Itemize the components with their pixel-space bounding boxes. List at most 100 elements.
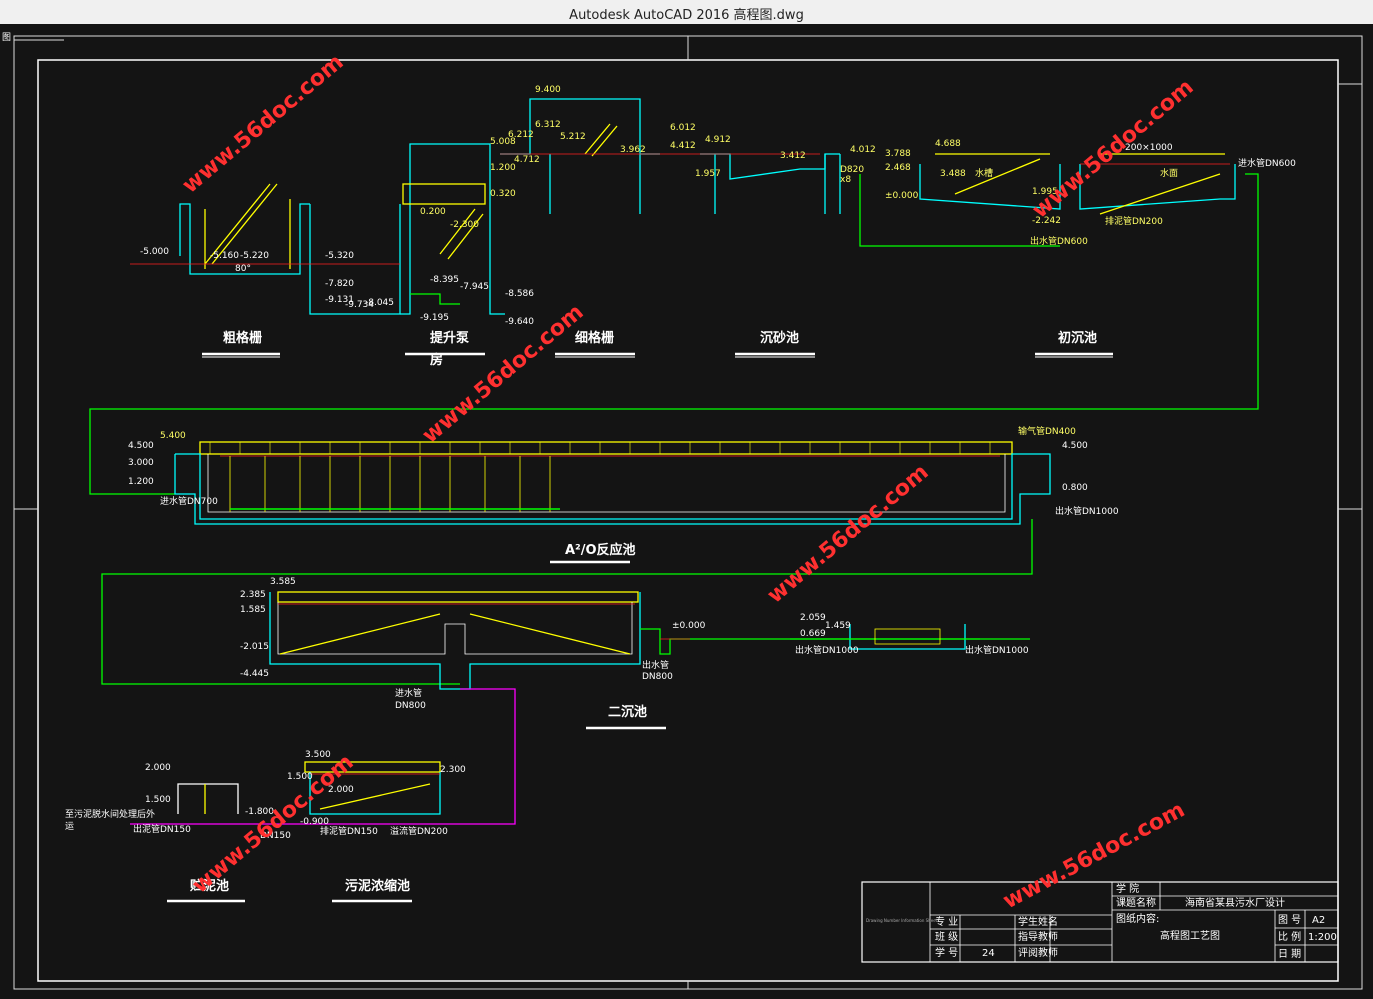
watermark-4: www.56doc.com — [763, 460, 934, 609]
tb-content-label: 图纸内容: — [1116, 912, 1159, 925]
svg-text:进水管DN700: 进水管DN700 — [160, 495, 218, 507]
svg-text:-5.320: -5.320 — [325, 251, 354, 261]
svg-text:至污泥脱水间处理后外: 至污泥脱水间处理后外 — [65, 808, 155, 820]
svg-text:评阅教师: 评阅教师 — [1018, 946, 1058, 959]
svg-text:指导教师: 指导教师 — [1018, 930, 1058, 943]
svg-text:1.200: 1.200 — [128, 477, 154, 487]
svg-text:-5.000: -5.000 — [140, 247, 169, 257]
svg-text:-4.445: -4.445 — [240, 669, 269, 679]
svg-text:出水管DN1000: 出水管DN1000 — [795, 644, 859, 656]
svg-text:专 业: 专 业 — [935, 915, 958, 928]
svg-text:4.688: 4.688 — [935, 139, 961, 149]
stage-a2o-reactor: A²/O反应池 — [565, 542, 636, 558]
svg-text:出水管DN1000: 出水管DN1000 — [965, 644, 1029, 656]
svg-text:输气管DN400: 输气管DN400 — [1018, 425, 1076, 437]
svg-text:-8.586: -8.586 — [505, 289, 534, 299]
svg-text:4.912: 4.912 — [705, 135, 731, 145]
svg-text:3.488: 3.488 — [940, 169, 966, 179]
secondary-clarifier — [269, 591, 1030, 825]
svg-text:水槽: 水槽 — [975, 167, 993, 179]
svg-text:排泥管DN150: 排泥管DN150 — [320, 825, 378, 837]
svg-text:-8.395: -8.395 — [430, 275, 459, 285]
svg-text:3.412: 3.412 — [780, 151, 806, 161]
svg-text:-7.945: -7.945 — [460, 282, 489, 292]
svg-text:2.059: 2.059 — [800, 613, 826, 623]
svg-text:9.400: 9.400 — [535, 85, 561, 95]
svg-text:出水管DN600: 出水管DN600 — [1030, 235, 1088, 247]
svg-text:x8: x8 — [840, 175, 851, 185]
svg-text:4.500: 4.500 — [128, 441, 154, 451]
cad-drawing: 图 9.400 6.312 5.212 6.012 4.412 4.912 5.… — [2, 32, 1363, 990]
stage-titles-top: 粗格栅 提升泵 房 细格栅 沉砂池 初沉池 — [202, 330, 1113, 368]
svg-text:出水管: 出水管 — [642, 659, 669, 671]
svg-text:5.212: 5.212 — [560, 132, 586, 142]
watermark-6: www.56doc.com — [999, 797, 1189, 914]
svg-text:4.712: 4.712 — [514, 155, 540, 165]
watermark-1: www.56doc.com — [178, 50, 349, 199]
tb-project-value: 海南省某县污水厂设计 — [1185, 896, 1285, 909]
stage-fine-screen: 细格栅 — [575, 330, 614, 346]
svg-text:±0.000: ±0.000 — [672, 621, 706, 631]
svg-text:D820: D820 — [840, 165, 864, 175]
svg-text:水面: 水面 — [1160, 167, 1178, 179]
title-block: 学 院 课题名称 海南省某县污水厂设计 图纸内容: 高程图工艺图 专 业 班 级… — [861, 881, 1339, 963]
svg-text:-8.045: -8.045 — [365, 298, 394, 308]
tb-project-label: 课题名称 — [1116, 896, 1156, 909]
svg-text:Drawing Number Information She: Drawing Number Information Sheet — [866, 918, 938, 923]
tb-sheet-value: A2 — [1312, 915, 1325, 926]
window-title: Autodesk AutoCAD 2016 高程图.dwg — [569, 8, 804, 23]
tb-school-label: 学 院 — [1116, 882, 1139, 895]
svg-text:溢流管DN200: 溢流管DN200 — [390, 825, 448, 837]
svg-text:-9.640: -9.640 — [505, 317, 534, 327]
stage-primary-clarifier: 初沉池 — [1058, 330, 1097, 346]
svg-text:5.400: 5.400 — [160, 431, 186, 441]
stage-coarse-screen: 粗格栅 — [223, 330, 262, 346]
stage-grit-chamber: 沉砂池 — [760, 330, 799, 346]
svg-text:进水管: 进水管 — [395, 687, 422, 699]
svg-text:-2.015: -2.015 — [240, 642, 269, 652]
svg-text:-7.820: -7.820 — [325, 279, 354, 289]
svg-text:3.000: 3.000 — [128, 458, 154, 468]
svg-text:6.312: 6.312 — [535, 120, 561, 130]
svg-text:3.962: 3.962 — [620, 145, 646, 155]
svg-text:-9.195: -9.195 — [420, 313, 449, 323]
svg-text:80°: 80° — [235, 264, 251, 274]
svg-text:0.669: 0.669 — [800, 629, 826, 639]
svg-text:学 号: 学 号 — [935, 946, 958, 959]
watermark-2: www.56doc.com — [1028, 75, 1199, 224]
svg-text:出水管DN1000: 出水管DN1000 — [1055, 505, 1119, 517]
stage-sludge-thickener: 污泥浓缩池 — [345, 878, 410, 894]
svg-text:0.320: 0.320 — [490, 189, 516, 199]
secondary-elevations: 3.585 2.385 1.585 -2.015 -4.445 ±0.000 2… — [240, 577, 1029, 730]
svg-text:学生姓名: 学生姓名 — [1018, 915, 1058, 928]
drawing-canvas[interactable]: 图 9.400 6.312 5.212 6.012 4.412 4.912 5.… — [0, 24, 1373, 999]
svg-text:2.000: 2.000 — [145, 763, 171, 773]
watermarks: www.56doc.com www.56doc.com www.56doc.co… — [178, 50, 1199, 915]
svg-text:6.212: 6.212 — [508, 130, 534, 140]
svg-text:2.468: 2.468 — [885, 163, 911, 173]
svg-text:1.957: 1.957 — [695, 169, 721, 179]
svg-text:1.200: 1.200 — [490, 163, 516, 173]
svg-text:4.500: 4.500 — [1062, 441, 1088, 451]
a2o-elevations: 5.400 4.500 3.000 1.200 4.500 0.800 进水管D… — [128, 425, 1119, 564]
svg-text:2.385: 2.385 — [240, 590, 266, 600]
svg-text:4.412: 4.412 — [670, 141, 696, 151]
tb-content-value: 高程图工艺图 — [1160, 929, 1220, 942]
svg-text:4.012: 4.012 — [850, 145, 876, 155]
tb-id-value: 24 — [982, 948, 995, 959]
svg-text:2.300: 2.300 — [440, 765, 466, 775]
svg-text:日 期: 日 期 — [1278, 948, 1301, 960]
tb-scale-value: 1:200 — [1308, 932, 1337, 943]
svg-text:-5.160: -5.160 — [210, 251, 239, 261]
app-icon: 图 — [2, 32, 11, 43]
svg-text:排泥管DN200: 排泥管DN200 — [1105, 215, 1163, 227]
svg-text:3.500: 3.500 — [305, 750, 331, 760]
svg-text:比 例: 比 例 — [1278, 930, 1301, 943]
svg-text:运: 运 — [65, 821, 74, 832]
svg-text:6.012: 6.012 — [670, 123, 696, 133]
svg-text:出泥管DN150: 出泥管DN150 — [133, 823, 191, 835]
svg-text:图 号: 图 号 — [1278, 914, 1301, 926]
stage-secondary-clarifier: 二沉池 — [608, 704, 647, 720]
svg-text:-2.300: -2.300 — [450, 220, 479, 230]
svg-text:进水管DN600: 进水管DN600 — [1238, 157, 1296, 169]
